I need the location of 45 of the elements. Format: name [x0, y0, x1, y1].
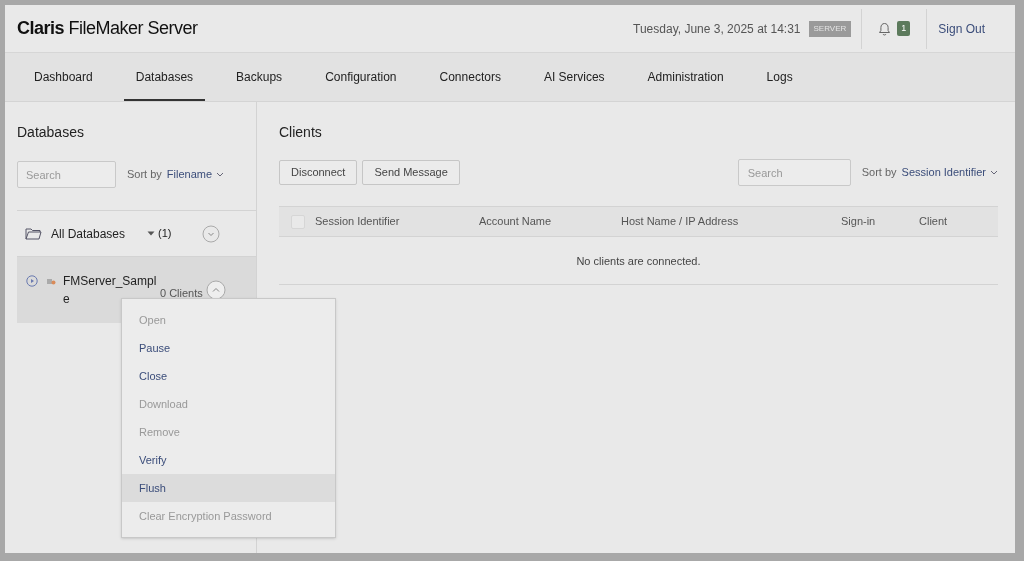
folder-icon [25, 227, 42, 240]
caret-down-icon[interactable] [147, 231, 156, 236]
nav-tab[interactable]: Databases [123, 53, 206, 101]
nav-tab[interactable]: Dashboard [22, 53, 105, 101]
collapse-circle-icon[interactable] [205, 280, 226, 300]
sort-dropdown[interactable]: Session Identifier [901, 164, 998, 181]
nav-tab[interactable]: Administration [635, 53, 736, 101]
bell-icon[interactable] [878, 21, 892, 36]
empty-message: No clients are connected. [576, 254, 701, 269]
panel-title: Databases [17, 123, 85, 142]
column-header: Client [919, 214, 949, 230]
search-field[interactable]: Search [17, 161, 116, 188]
sort-label: Sort by [861, 165, 897, 181]
chevron-down-icon [990, 170, 998, 175]
column-header: Sign-in [841, 214, 877, 230]
search-field[interactable]: Search [737, 159, 851, 186]
date-time: Tuesday, June 3, 2025 at 14:31 [633, 20, 801, 38]
sign-out-link[interactable]: Sign Out [938, 19, 985, 38]
menu-item[interactable]: Flush [122, 474, 335, 502]
database-name: FMServer_Sample [63, 273, 158, 308]
menu-item[interactable]: Close [122, 362, 335, 390]
nav-tab[interactable]: Configuration [313, 53, 409, 101]
notification-count: 1 [897, 20, 911, 37]
menu-item[interactable]: Verify [122, 446, 335, 474]
group-count: (1) [158, 226, 172, 242]
nav-tab[interactable]: Connectors [427, 53, 513, 101]
nav-tab[interactable]: AI Services [531, 53, 617, 101]
toolbar-button[interactable]: Disconnect [279, 160, 358, 185]
menu-item[interactable]: Pause [122, 334, 335, 362]
group-label: All Databases [51, 225, 126, 243]
server-badge: SERVER [808, 20, 852, 37]
expand-circle-icon[interactable] [201, 224, 220, 243]
nav-tab[interactable]: Backups [224, 53, 295, 101]
client-count: 0 Clients [160, 286, 203, 301]
column-header: Session Identifier [315, 214, 401, 230]
nav-tab[interactable]: Logs [754, 53, 805, 101]
column-header: Host Name / IP Address [621, 214, 740, 230]
sort-label: Sort by [127, 167, 162, 183]
app-logo: Claris FileMaker Server [17, 17, 198, 40]
sort-dropdown[interactable]: Filename [166, 166, 225, 183]
column-header: Account Name [479, 214, 553, 230]
chevron-down-icon [216, 172, 225, 177]
toolbar-button[interactable]: Send Message [362, 160, 460, 185]
play-circle-icon[interactable] [26, 275, 38, 287]
panel-title: Clients [279, 123, 323, 142]
